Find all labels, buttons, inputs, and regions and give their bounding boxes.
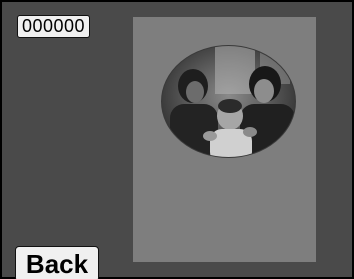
camera-screen: 000000 Back <box>0 0 354 279</box>
photo-preview-panel <box>133 17 316 262</box>
photo-thumbnail[interactable] <box>160 44 297 159</box>
back-button[interactable]: Back <box>15 246 99 279</box>
image-counter: 000000 <box>17 15 91 38</box>
